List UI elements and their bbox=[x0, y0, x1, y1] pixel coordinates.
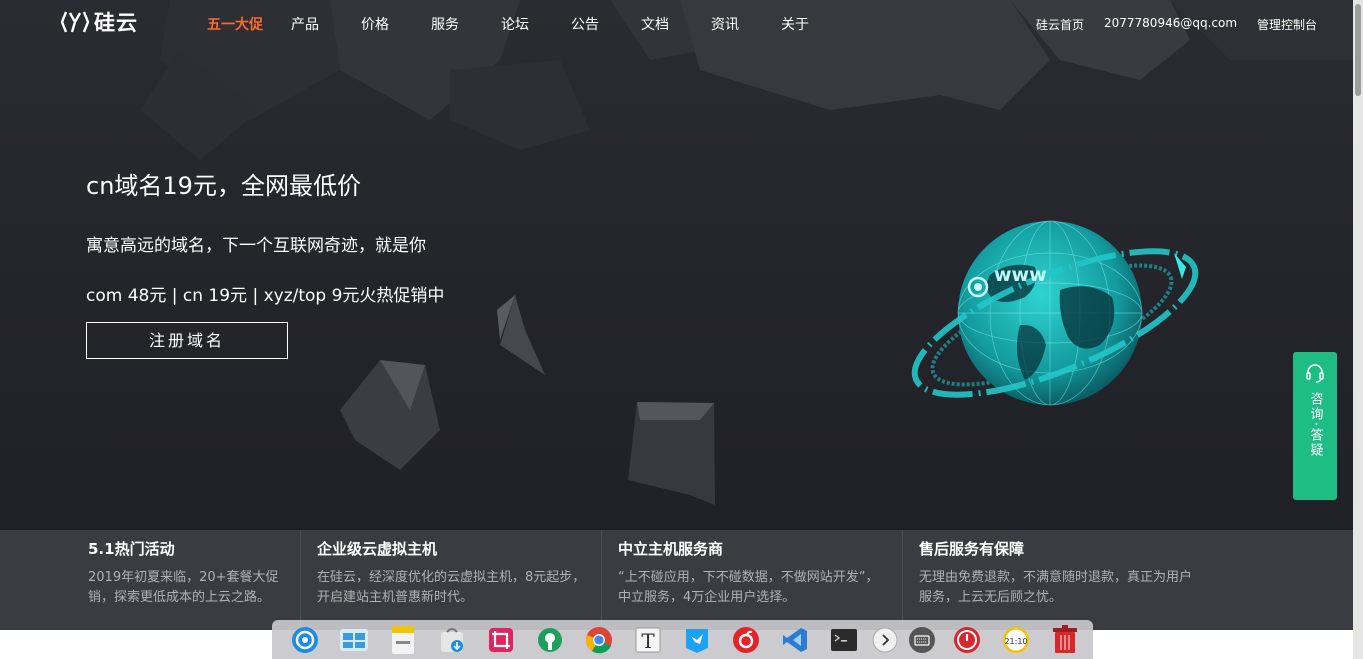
globe-illustration: www bbox=[911, 220, 1199, 406]
feature-card[interactable]: 中立主机服务商 “上不碰应用，下不碰数据，不做网站开发”，中立服务，4万企业用户… bbox=[602, 530, 903, 630]
nav-item-forum[interactable]: 论坛 bbox=[501, 14, 529, 34]
hero-subtitle: 寓意高远的域名，下一个互联网奇迹，就是你 bbox=[86, 236, 426, 256]
console-link[interactable]: 管理控制台 bbox=[1257, 16, 1317, 33]
terminal-icon[interactable] bbox=[819, 620, 868, 659]
power-icon[interactable] bbox=[942, 620, 991, 659]
netease-music-icon[interactable] bbox=[721, 620, 770, 659]
hero-title: cn域名19元，全网最低价 bbox=[86, 172, 361, 200]
consult-tab[interactable]: 咨询·答疑 bbox=[1293, 352, 1337, 500]
app-store-icon[interactable] bbox=[427, 620, 476, 659]
nav-item-about[interactable]: 关于 bbox=[781, 14, 809, 34]
hero-prices: com 48元 | cn 19元 | xyz/top 9元火热促销中 bbox=[86, 286, 445, 306]
consult-label: 咨询·答疑 bbox=[1307, 392, 1323, 459]
register-domain-button[interactable]: 注册域名 bbox=[86, 322, 288, 359]
hero-banner: 硅云 五一大促 产品 价格 服务 论坛 公告 文档 资讯 关于 硅云首页 207… bbox=[0, 0, 1353, 530]
file-manager-icon[interactable] bbox=[378, 620, 427, 659]
settings-icon[interactable] bbox=[525, 620, 574, 659]
feature-desc: “上不碰应用，下不碰数据，不做网站开发”，中立服务，4万企业用户选择。 bbox=[618, 570, 879, 605]
bird-app-icon[interactable] bbox=[672, 620, 721, 659]
clock-time-text: 21:10 bbox=[1004, 637, 1027, 646]
feature-desc: 无理由免费退款，不满意随时退款，真正为用户服务，上云无后顾之忧。 bbox=[919, 570, 1193, 605]
home-link[interactable]: 硅云首页 bbox=[1036, 16, 1084, 33]
vscode-icon[interactable] bbox=[770, 620, 819, 659]
globe-www-text: www bbox=[994, 264, 1047, 286]
feature-desc: 在硅云，经深度优化的云虚拟主机，8元起步，开启建站主机普惠新时代。 bbox=[317, 570, 586, 605]
page-scrollbar[interactable] bbox=[1353, 0, 1363, 659]
scrollbar-thumb[interactable] bbox=[1355, 4, 1361, 96]
expand-arrow-icon[interactable] bbox=[868, 620, 902, 659]
deepin-launcher-icon[interactable] bbox=[280, 620, 329, 659]
svg-text:T: T bbox=[641, 629, 655, 653]
nav-item-docs[interactable]: 文档 bbox=[641, 14, 669, 34]
clock-icon[interactable]: 21:10 bbox=[991, 620, 1040, 659]
brand-logo[interactable]: 硅云 bbox=[60, 7, 138, 37]
nav-item-promo[interactable]: 五一大促 bbox=[207, 14, 263, 34]
top-navigation: 硅云 五一大促 产品 价格 服务 论坛 公告 文档 资讯 关于 硅云首页 207… bbox=[0, 0, 1353, 46]
feature-title: 中立主机服务商 bbox=[618, 540, 724, 558]
headset-icon bbox=[1306, 364, 1324, 383]
feature-card[interactable]: 5.1热门活动 2019年初夏来临，20+套餐大促销，探索更低成本的上云之路。 bbox=[0, 530, 301, 630]
feature-card[interactable]: 企业级云虚拟主机 在硅云，经深度优化的云虚拟主机，8元起步，开启建站主机普惠新时… bbox=[301, 530, 602, 630]
trash-icon[interactable] bbox=[1040, 620, 1089, 659]
typora-icon[interactable]: T bbox=[623, 620, 672, 659]
desktop-dock: T 21:10 bbox=[272, 620, 1093, 659]
nav-item-pricing[interactable]: 价格 bbox=[361, 14, 389, 34]
keyboard-icon[interactable] bbox=[902, 620, 942, 659]
logo-mark-icon bbox=[60, 11, 90, 33]
feature-title: 售后服务有保障 bbox=[919, 540, 1025, 558]
feature-strip: 5.1热门活动 2019年初夏来临，20+套餐大促销，探索更低成本的上云之路。 … bbox=[0, 530, 1353, 630]
screenshot-icon[interactable] bbox=[476, 620, 525, 659]
user-email-link[interactable]: 2077780946@qq.com bbox=[1104, 16, 1237, 30]
nav-item-news[interactable]: 资讯 bbox=[711, 14, 739, 34]
nav-item-products[interactable]: 产品 bbox=[291, 14, 319, 34]
feature-card[interactable]: 售后服务有保障 无理由免费退款，不满意随时退款，真正为用户服务，上云无后顾之忧。 bbox=[903, 530, 1281, 630]
nav-item-services[interactable]: 服务 bbox=[431, 14, 459, 34]
brand-name: 硅云 bbox=[94, 11, 138, 35]
feature-title: 5.1热门活动 bbox=[88, 540, 175, 558]
multitask-view-icon[interactable] bbox=[329, 620, 378, 659]
nav-item-announcements[interactable]: 公告 bbox=[571, 14, 599, 34]
chrome-icon[interactable] bbox=[574, 620, 623, 659]
feature-desc: 2019年初夏来临，20+套餐大促销，探索更低成本的上云之路。 bbox=[88, 570, 279, 605]
feature-title: 企业级云虚拟主机 bbox=[317, 540, 438, 558]
